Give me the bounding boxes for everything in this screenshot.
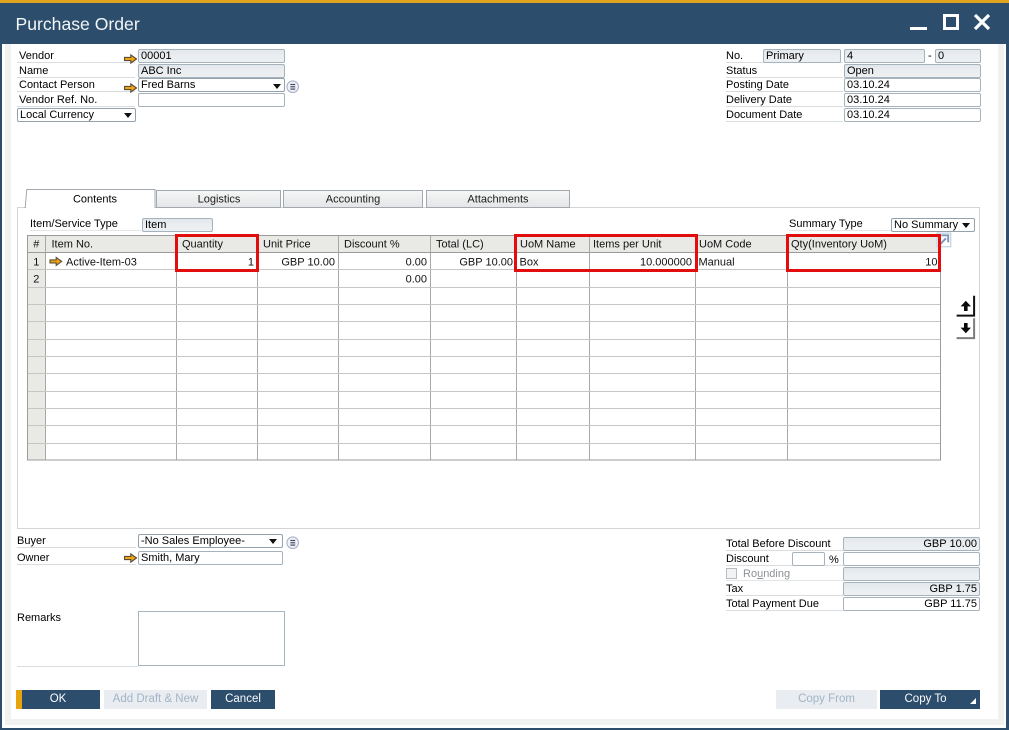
svg-text:GBP 10.00: GBP 10.00 bbox=[459, 257, 513, 269]
svg-text:2: 2 bbox=[33, 274, 39, 286]
svg-text:UoM Code: UoM Code bbox=[699, 239, 752, 251]
svg-text:0.00: 0.00 bbox=[406, 274, 427, 286]
svg-text:1: 1 bbox=[33, 257, 39, 269]
svg-text:Total (LC): Total (LC) bbox=[436, 239, 484, 251]
svg-text:Unit Price: Unit Price bbox=[263, 239, 311, 251]
svg-text:Attachments: Attachments bbox=[467, 194, 529, 206]
svg-text:Discount %: Discount % bbox=[344, 239, 400, 251]
svg-text:Item No.: Item No. bbox=[52, 239, 94, 251]
svg-text:Logistics: Logistics bbox=[198, 194, 241, 206]
svg-text:Accounting: Accounting bbox=[326, 194, 380, 206]
svg-text:0.00: 0.00 bbox=[406, 257, 427, 269]
svg-text:#: # bbox=[33, 239, 40, 251]
svg-text:Active-Item-03: Active-Item-03 bbox=[66, 257, 137, 269]
svg-text:Contents: Contents bbox=[73, 194, 118, 206]
svg-text:Manual: Manual bbox=[699, 257, 735, 269]
svg-text:GBP 10.00: GBP 10.00 bbox=[281, 257, 335, 269]
